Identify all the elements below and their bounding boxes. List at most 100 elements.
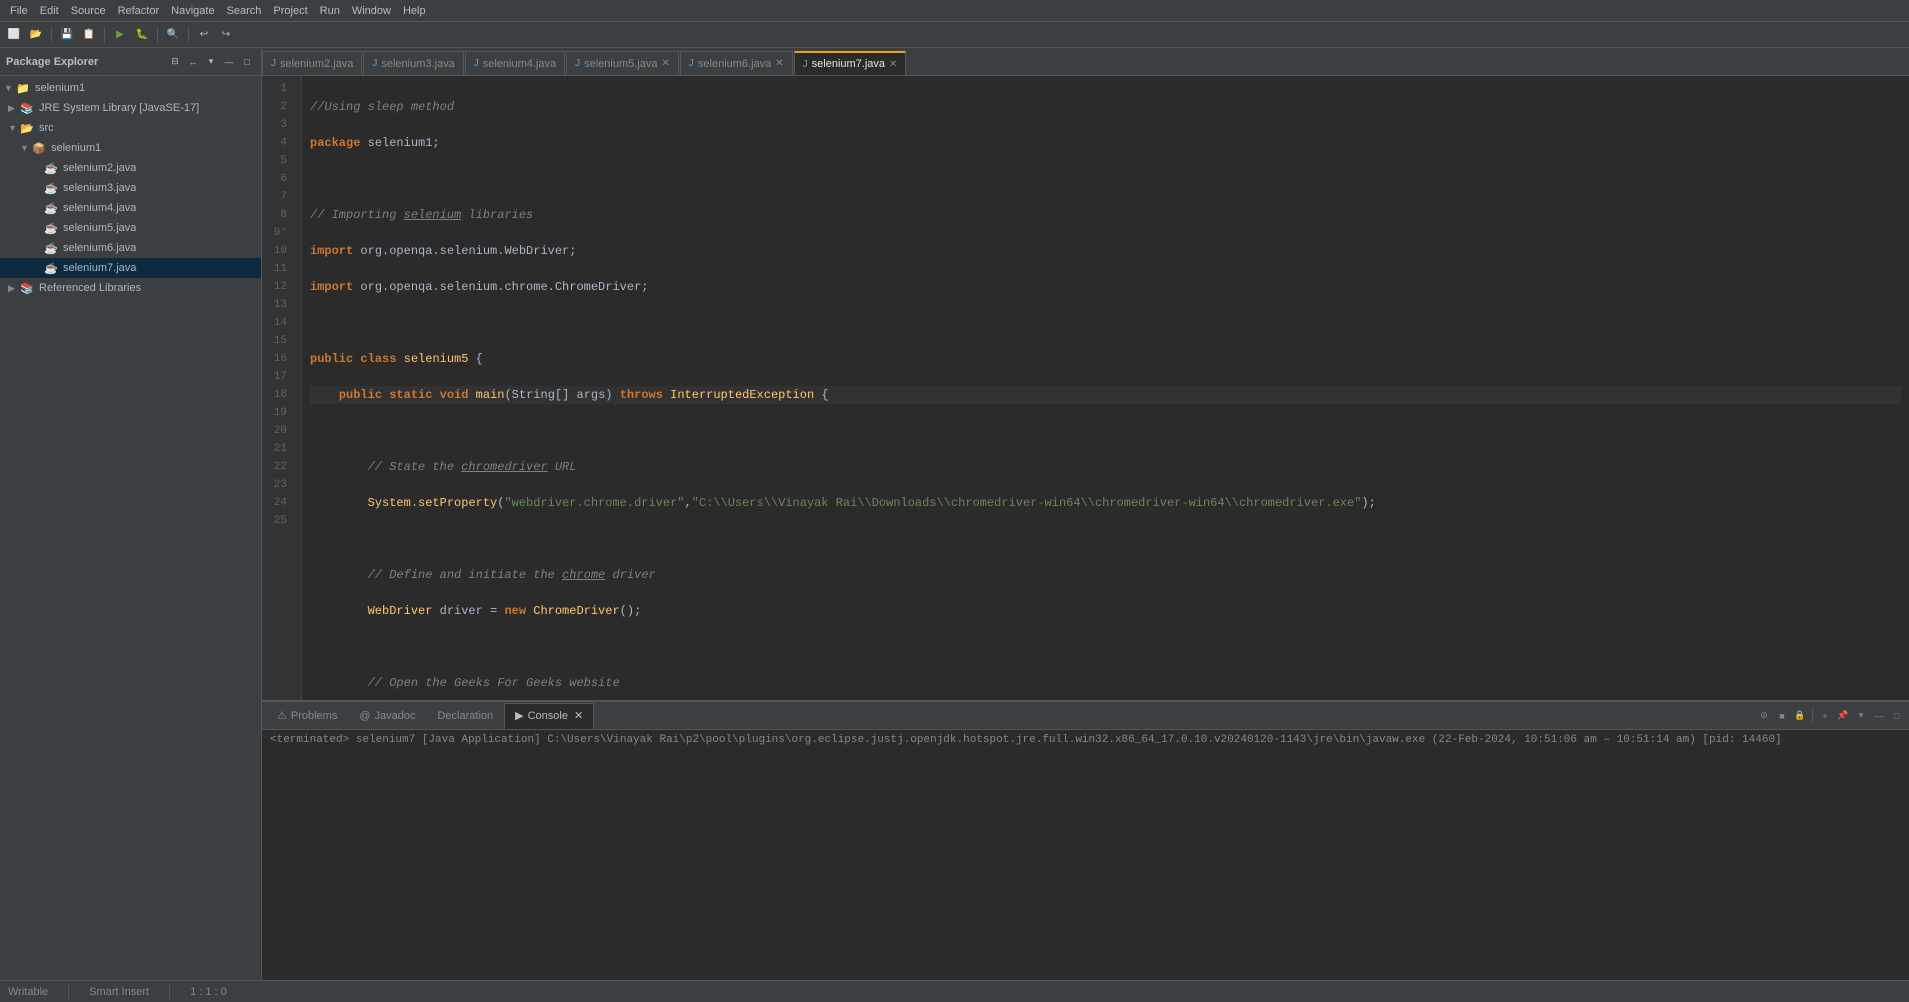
menu-edit[interactable]: Edit <box>34 5 65 17</box>
code-line-12: System.setProperty("webdriver.chrome.dri… <box>310 494 1901 512</box>
close-tab-s5[interactable]: ✕ <box>662 58 670 69</box>
ln-12: 12 <box>262 278 293 296</box>
save-all-button[interactable]: 📋 <box>79 25 99 45</box>
menu-search[interactable]: Search <box>221 5 268 17</box>
tab-problems[interactable]: ⚠ Problems <box>266 703 348 729</box>
console-clear-button[interactable]: ⊘ <box>1756 708 1772 724</box>
redo-button[interactable]: ↪ <box>216 25 236 45</box>
tree-item-selenium7[interactable]: ☕ selenium7.java <box>0 258 261 278</box>
menu-window[interactable]: Window <box>346 5 397 17</box>
link-editor-button[interactable]: ↔ <box>185 54 201 70</box>
menu-project[interactable]: Project <box>267 5 313 17</box>
tab-selenium2[interactable]: J selenium2.java <box>262 51 362 75</box>
console-scroll-lock-button[interactable]: 🔒 <box>1792 708 1808 724</box>
code-line-9: public static void main(String[] args) t… <box>310 386 1901 404</box>
close-tab-s6[interactable]: ✕ <box>775 58 783 69</box>
console-terminate-button[interactable]: ■ <box>1774 708 1790 724</box>
code-content[interactable]: //Using sleep method package selenium1; … <box>302 76 1909 700</box>
menu-navigate[interactable]: Navigate <box>165 5 220 17</box>
undo-button[interactable]: ↩ <box>194 25 214 45</box>
tree-label-s6: selenium6.java <box>63 242 136 254</box>
code-line-8: public class selenium5 { <box>310 350 1901 368</box>
code-line-3 <box>310 170 1901 188</box>
main-area: Package Explorer ⊟ ↔ ▾ — □ 📁 selenium1 📚… <box>0 48 1909 980</box>
ln-14: 14 <box>262 314 293 332</box>
tree-item-selenium5[interactable]: ☕ selenium5.java <box>0 218 261 238</box>
java-file-icon-s4: ☕ <box>44 202 60 215</box>
tab-selenium4[interactable]: J selenium4.java <box>465 51 565 75</box>
package-icon: 📦 <box>32 142 48 155</box>
tree-item-selenium1-pkg[interactable]: 📦 selenium1 <box>0 138 261 158</box>
tab-selenium7[interactable]: J selenium7.java ✕ <box>794 51 907 75</box>
tree-label-s2: selenium2.java <box>63 162 136 174</box>
close-console-tab[interactable]: ✕ <box>574 709 583 722</box>
arrow-pkg <box>20 143 32 153</box>
tab-label-s4: selenium4.java <box>483 58 556 70</box>
tab-selenium5[interactable]: J selenium5.java ✕ <box>566 51 679 75</box>
minimize-button[interactable]: — <box>221 54 237 70</box>
run-button[interactable]: ▶ <box>110 25 130 45</box>
open-button[interactable]: 📂 <box>26 25 46 45</box>
ln-11: 11 <box>262 260 293 278</box>
code-line-14: // Define and initiate the chrome driver <box>310 566 1901 584</box>
tab-problems-label: Problems <box>291 710 337 722</box>
tab-selenium3[interactable]: J selenium3.java <box>363 51 463 75</box>
tree-item-selenium3[interactable]: ☕ selenium3.java <box>0 178 261 198</box>
view-menu-button[interactable]: ▾ <box>203 54 219 70</box>
tree-item-jre[interactable]: 📚 JRE System Library [JavaSE-17] <box>0 98 261 118</box>
status-position: 1 : 1 : 0 <box>190 986 227 998</box>
console-view-menu[interactable]: ▾ <box>1853 708 1869 724</box>
console-terminated-text: <terminated> selenium7 [Java Application… <box>270 734 1782 746</box>
package-explorer-title: Package Explorer <box>6 56 98 68</box>
ln-20: 20 <box>262 422 293 440</box>
tab-label-s2: selenium2.java <box>280 58 353 70</box>
save-button[interactable]: 💾 <box>57 25 77 45</box>
tab-label-s3: selenium3.java <box>381 58 454 70</box>
tab-label-s5: selenium5.java <box>584 58 657 70</box>
status-sep-1 <box>68 985 69 999</box>
tab-declaration[interactable]: Declaration <box>427 703 505 729</box>
maximize-button[interactable]: □ <box>239 54 255 70</box>
menu-source[interactable]: Source <box>65 5 112 17</box>
console-new-button[interactable]: + <box>1817 708 1833 724</box>
tree-label-s7: selenium7.java <box>63 262 136 274</box>
java-file-icon-s7: ☕ <box>44 262 60 275</box>
code-line-5: import org.openqa.selenium.WebDriver; <box>310 242 1901 260</box>
debug-button[interactable]: 🐛 <box>132 25 152 45</box>
menu-help[interactable]: Help <box>397 5 432 17</box>
tree-item-src[interactable]: 📂 src <box>0 118 261 138</box>
file-icon-s6: J <box>689 58 694 69</box>
code-line-1: //Using sleep method <box>310 98 1901 116</box>
file-icon-s2: J <box>271 58 276 69</box>
ln-4: 4 <box>262 134 293 152</box>
code-line-10 <box>310 422 1901 440</box>
ln-22: 22 <box>262 458 293 476</box>
tree-item-selenium1[interactable]: 📁 selenium1 <box>0 78 261 98</box>
tree-label-s4: selenium4.java <box>63 202 136 214</box>
tree-item-selenium4[interactable]: ☕ selenium4.java <box>0 198 261 218</box>
console-pin-button[interactable]: 📌 <box>1835 708 1851 724</box>
tab-javadoc[interactable]: @ Javadoc <box>348 703 426 729</box>
tab-console[interactable]: ▶ Console ✕ <box>504 703 594 729</box>
tree-label-pkg: selenium1 <box>51 142 101 154</box>
tree-item-selenium6[interactable]: ☕ selenium6.java <box>0 238 261 258</box>
ln-25: 25 <box>262 512 293 530</box>
ln-8: 8 <box>262 206 293 224</box>
collapse-all-button[interactable]: ⊟ <box>167 54 183 70</box>
tree-item-reflibs[interactable]: 📚 Referenced Libraries <box>0 278 261 298</box>
ln-1: 1 <box>262 80 293 98</box>
console-content: <terminated> selenium7 [Java Application… <box>262 730 1909 980</box>
java-file-icon-s3: ☕ <box>44 182 60 195</box>
code-editor[interactable]: 1 2 3 4 5 6 7 8 9° 10 11 12 13 14 15 16 <box>262 76 1909 700</box>
arrow-src <box>8 123 20 133</box>
menu-file[interactable]: File <box>4 5 34 17</box>
menu-run[interactable]: Run <box>314 5 346 17</box>
search-button[interactable]: 🔍 <box>163 25 183 45</box>
tab-selenium6[interactable]: J selenium6.java ✕ <box>680 51 793 75</box>
close-tab-s7[interactable]: ✕ <box>889 59 897 70</box>
console-minimize[interactable]: — <box>1871 708 1887 724</box>
tree-item-selenium2[interactable]: ☕ selenium2.java <box>0 158 261 178</box>
menu-refactor[interactable]: Refactor <box>112 5 166 17</box>
console-maximize[interactable]: □ <box>1889 708 1905 724</box>
new-button[interactable]: ⬜ <box>4 25 24 45</box>
